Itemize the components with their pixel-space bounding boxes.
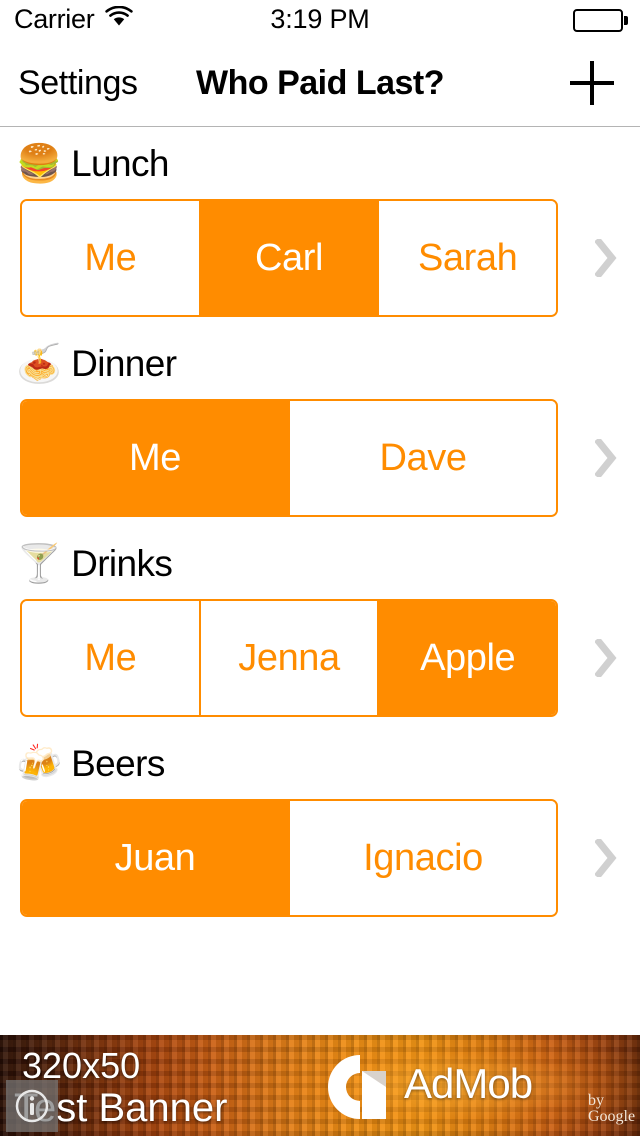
hamburger-emoji: 🍔	[16, 141, 63, 185]
segment-option[interactable]: Ignacio	[290, 801, 556, 915]
category-group-lunch: 🍔 Lunch Me Carl Sarah	[0, 127, 640, 327]
category-header: 🍻 Beers	[16, 737, 165, 789]
chevron-right-icon[interactable]	[586, 599, 626, 717]
ad-byline-label: by Google	[588, 1092, 636, 1125]
clock-label: 3:19 PM	[270, 4, 370, 34]
segment-option[interactable]: Me	[22, 601, 201, 715]
category-group-dinner: 🍝 Dinner Me Dave	[0, 327, 640, 527]
category-list: 🍔 Lunch Me Carl Sarah 🍝 Dinner Me Dave 🍸…	[0, 127, 640, 927]
segmented-control-dinner[interactable]: Me Dave	[20, 399, 558, 517]
admob-logo-icon	[320, 1053, 390, 1121]
app-screen: Carrier 3:19 PM Settings Who Paid Last? …	[0, 0, 640, 1136]
category-label: Lunch	[71, 142, 169, 184]
segment-option-selected[interactable]: Juan	[22, 801, 290, 915]
category-header: 🍝 Dinner	[16, 337, 177, 389]
ad-banner[interactable]: 320x50 Test Banner AdMob by Google	[0, 1035, 640, 1136]
segment-option-selected[interactable]: Carl	[200, 201, 380, 315]
battery-icon	[573, 9, 628, 32]
plus-icon[interactable]	[566, 57, 618, 109]
category-header: 🍔 Lunch	[16, 137, 169, 189]
page-title: Who Paid Last?	[196, 64, 445, 102]
chevron-right-icon[interactable]	[586, 199, 626, 317]
segment-option-selected[interactable]: Apple	[379, 601, 556, 715]
segment-option[interactable]: Me	[22, 201, 201, 315]
segment-option-selected[interactable]: Me	[22, 401, 290, 515]
category-group-drinks: 🍸 Drinks Me Jenna Apple	[0, 527, 640, 727]
segment-option[interactable]: Sarah	[379, 201, 556, 315]
cocktail-glass-emoji: 🍸	[16, 541, 63, 585]
category-group-beers: 🍻 Beers Juan Ignacio	[0, 727, 640, 927]
segmented-control-beers[interactable]: Juan Ignacio	[20, 799, 558, 917]
clinking-beer-mugs-emoji: 🍻	[16, 741, 63, 785]
ad-brand-label: AdMob	[404, 1060, 533, 1107]
segment-option[interactable]: Dave	[290, 401, 556, 515]
chevron-right-icon[interactable]	[586, 799, 626, 917]
category-label: Dinner	[71, 342, 177, 384]
spaghetti-emoji: 🍝	[16, 341, 63, 385]
segmented-control-lunch[interactable]: Me Carl Sarah	[20, 199, 558, 317]
category-label: Beers	[71, 742, 165, 784]
category-label: Drinks	[71, 542, 173, 584]
category-header: 🍸 Drinks	[16, 537, 173, 589]
navigation-bar: Settings Who Paid Last?	[0, 40, 640, 127]
segment-option[interactable]: Jenna	[200, 601, 380, 715]
status-bar: Carrier 3:19 PM	[0, 0, 640, 40]
chevron-right-icon[interactable]	[586, 399, 626, 517]
info-circle-icon[interactable]	[6, 1080, 58, 1132]
segmented-control-drinks[interactable]: Me Jenna Apple	[20, 599, 558, 717]
